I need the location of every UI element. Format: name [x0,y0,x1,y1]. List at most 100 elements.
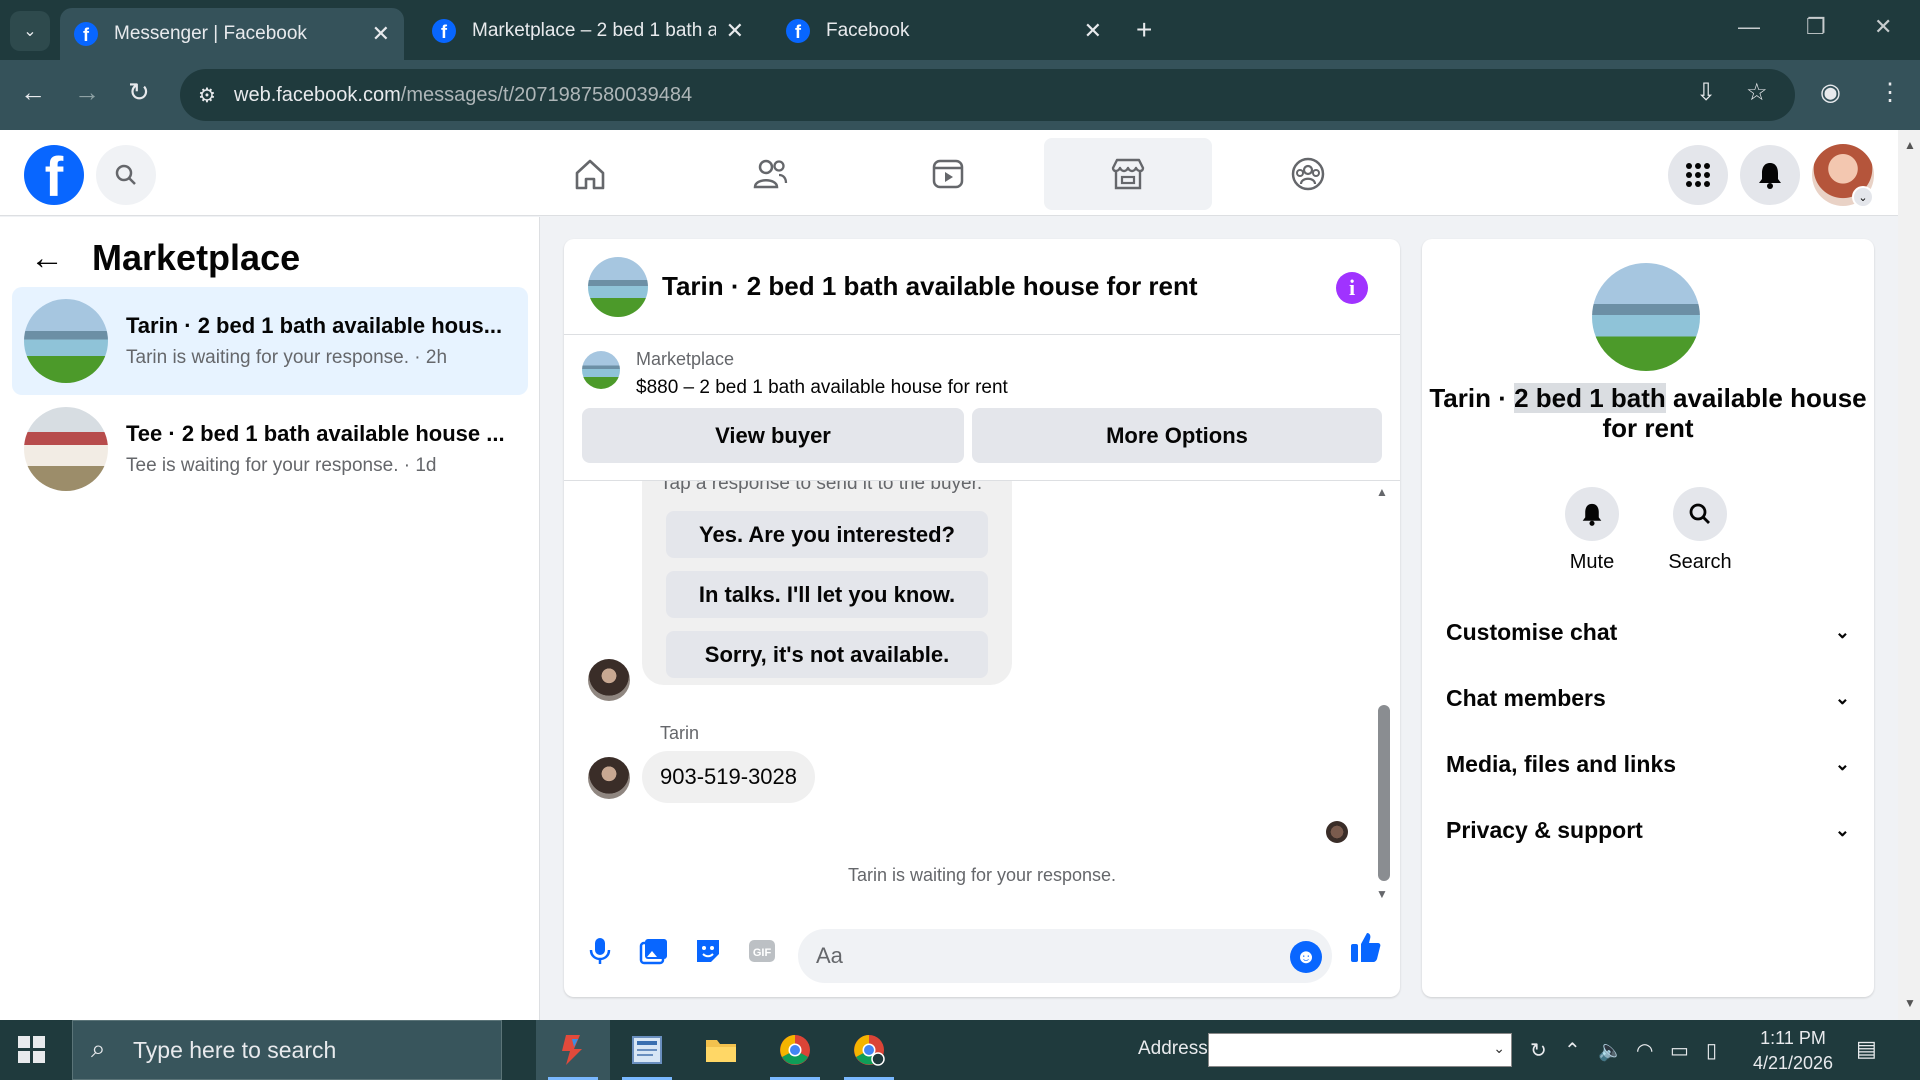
reload-icon[interactable]: ↻ [128,77,150,108]
quick-reply-button[interactable]: Yes. Are you interested? [666,511,988,558]
minimize-icon[interactable]: — [1738,14,1760,40]
chat-members-section[interactable]: Chat members ⌄ [1446,685,1850,712]
waiting-status: Tarin is waiting for your response. [847,865,1117,885]
more-options-button[interactable]: More Options [972,408,1382,463]
quick-reply-button[interactable]: Sorry, it's not available. [666,631,988,678]
tab-marketplace[interactable]: f Marketplace – 2 bed 1 bath ava ✕ [418,8,758,54]
restore-icon[interactable]: ❐ [1806,14,1826,40]
facebook-favicon-icon: f [432,19,456,43]
info-icon[interactable]: i [1336,272,1368,304]
sender-avatar[interactable] [588,757,630,799]
microphone-icon[interactable] [582,933,618,969]
quick-reply-button[interactable]: In talks. I'll let you know. [666,571,988,618]
chrome-icon[interactable] [758,1020,832,1080]
wifi-icon[interactable]: ◠ [1636,1038,1653,1063]
listing-thumbnail [24,407,108,491]
facebook-logo-icon[interactable]: f [24,145,84,205]
privacy-support-section[interactable]: Privacy & support ⌄ [1446,817,1850,844]
close-tab-icon[interactable]: ✕ [372,21,390,47]
home-icon[interactable] [506,138,674,210]
search-icon[interactable] [1673,487,1727,541]
taskbar-app-icon[interactable] [536,1020,610,1080]
chat-header: Tarin · 2 bed 1 bath available house for… [564,239,1400,335]
listing-small-thumbnail [582,351,620,389]
back-arrow-icon[interactable]: ← [30,239,64,278]
back-icon[interactable]: ← [20,77,46,108]
url-host: web.facebook.com [234,83,401,106]
chat-panel: Tarin · 2 bed 1 bath available house for… [564,239,1400,997]
tab-messenger[interactable]: f Messenger | Facebook ✕ [60,8,404,60]
conversation-name: Tarin · 2 bed 1 bath available hous... [126,313,503,338]
new-tab-button[interactable]: + [1136,14,1152,46]
tab-title: Messenger | Facebook [114,23,307,44]
tab-title: Facebook [826,20,910,41]
chat-title[interactable]: Tarin · 2 bed 1 bath available house for… [662,271,1198,302]
chevron-down-icon[interactable]: ⌄ [1493,1040,1505,1057]
battery-icon[interactable]: ▭ [1670,1038,1689,1063]
chevron-down-icon[interactable]: ⌄ [1852,186,1874,208]
taskbar-search-box[interactable]: ⌕ Type here to search [72,1020,502,1080]
emoji-icon[interactable]: ☻ [1290,941,1322,973]
site-info-icon[interactable]: ⚙ [198,83,216,108]
scroll-up-arrow-icon[interactable]: ▲ [1904,138,1916,152]
browser-tab-bar: ⌄ f Messenger | Facebook ✕ f Marketplace… [0,0,1920,60]
windows-start-icon[interactable] [18,1036,45,1063]
search-icon[interactable] [96,145,156,205]
chat-scrollbar[interactable] [1378,705,1390,881]
show-hidden-icons-chevron-icon[interactable]: ⌃ [1564,1038,1581,1063]
customise-chat-section[interactable]: Customise chat ⌄ [1446,619,1850,646]
profile-icon[interactable]: ◉ [1820,78,1841,107]
sticker-icon[interactable] [690,933,726,969]
like-thumb-icon[interactable] [1348,929,1384,965]
notification-center-icon[interactable]: ▤ [1856,1036,1877,1062]
chat-listing-thumbnail[interactable] [588,256,648,317]
device-icon[interactable]: ▯ [1706,1038,1717,1063]
conversation-name: Tee · 2 bed 1 bath available house ... [126,421,505,446]
conversation-item[interactable]: Tarin · 2 bed 1 bath available hous... T… [12,287,528,395]
install-app-icon[interactable]: ⇩ [1696,78,1716,107]
gif-icon[interactable]: GIF [744,933,780,969]
message-bubble[interactable]: 903-519-3028 [642,751,816,803]
address-toolbar-input[interactable]: ⌄ [1208,1033,1512,1067]
groups-icon[interactable] [1224,138,1392,210]
listing-price-title[interactable]: $880 – 2 bed 1 bath available house for … [636,377,1008,399]
view-buyer-button[interactable]: View buyer [582,408,964,463]
scroll-up-arrow-icon[interactable]: ▲ [1376,485,1388,499]
section-label: Chat members [1446,685,1606,711]
windows-taskbar: ⌕ Type here to search Address ⌄ ↻ ⌃ 🔈 ◠ … [0,1020,1920,1080]
media-files-links-section[interactable]: Media, files and links ⌄ [1446,751,1850,778]
message-input[interactable]: Aa [798,929,1332,983]
close-tab-icon[interactable]: ✕ [726,18,744,44]
friends-icon[interactable] [686,138,854,210]
volume-icon[interactable]: 🔈 [1598,1038,1623,1063]
marketplace-icon[interactable] [1044,138,1212,210]
marketplace-listing-card: Marketplace $880 – 2 bed 1 bath availabl… [564,335,1400,481]
browser-menu-icon[interactable]: ⋮ [1878,78,1902,107]
taskbar-app-icon[interactable] [610,1020,684,1080]
scroll-down-arrow-icon[interactable]: ▼ [1904,996,1916,1010]
url-bar[interactable]: ⚙ web.facebook.com/messages/t/2071987580… [180,69,1795,121]
search-action[interactable]: Search [1660,487,1740,574]
bookmark-star-icon[interactable]: ☆ [1746,78,1768,107]
search-icon: ⌕ [91,1033,106,1063]
listing-thumbnail [24,299,108,383]
bell-icon[interactable] [1565,487,1619,541]
tab-search-button[interactable]: ⌄ [10,11,50,51]
taskbar-clock[interactable]: 1:11 PM 4/21/2026 [1738,1026,1848,1076]
scroll-down-arrow-icon[interactable]: ▼ [1376,887,1388,901]
mute-action[interactable]: Mute [1552,487,1632,574]
photo-icon[interactable] [636,933,672,969]
tab-facebook[interactable]: f Facebook ✕ [772,8,1116,54]
conversation-item[interactable]: Tee · 2 bed 1 bath available house ... T… [12,395,528,503]
chrome-profile-icon[interactable] [832,1020,906,1080]
sender-avatar[interactable] [588,659,630,701]
page-scrollbar[interactable]: ▲ ▼ [1898,130,1920,1020]
forward-icon[interactable]: → [74,77,100,108]
menu-grid-icon[interactable] [1668,145,1728,205]
video-icon[interactable] [864,138,1032,210]
close-window-icon[interactable]: ✕ [1874,14,1892,40]
refresh-icon[interactable]: ↻ [1530,1038,1547,1063]
close-tab-icon[interactable]: ✕ [1084,18,1102,44]
file-explorer-icon[interactable] [684,1020,758,1080]
notifications-bell-icon[interactable] [1740,145,1800,205]
